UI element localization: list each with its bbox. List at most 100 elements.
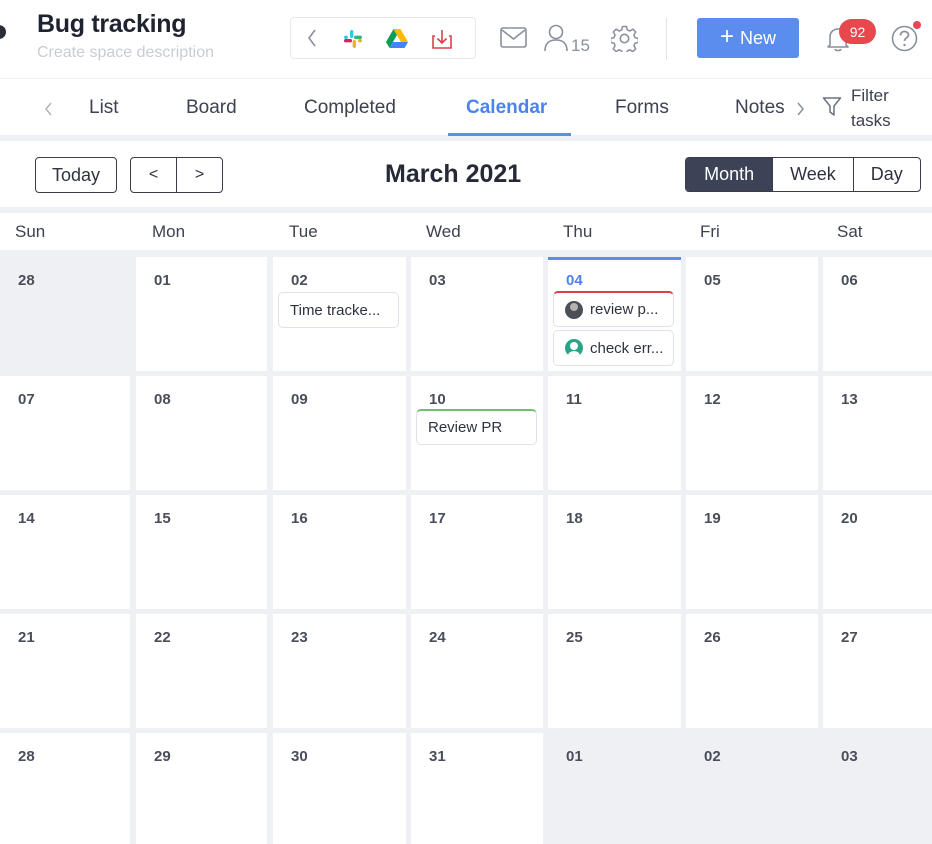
import-icon[interactable] (432, 28, 452, 55)
tab-list[interactable]: List (89, 97, 119, 119)
day-cell-today[interactable]: 04 review p... check err... (548, 260, 681, 371)
today-day-number: 04 (566, 272, 583, 289)
day-cell[interactable]: 18 (548, 495, 681, 609)
day-cell[interactable]: 24 (411, 614, 543, 728)
plus-icon: + (719, 22, 734, 50)
day-cell[interactable]: 30 (273, 733, 406, 844)
tab-board[interactable]: Board (186, 97, 237, 119)
day-number: 01 (154, 272, 171, 289)
day-number: 07 (18, 391, 35, 408)
day-cell-next-month[interactable]: 03 (823, 733, 932, 844)
help-notification-dot (913, 21, 921, 29)
tab-notes[interactable]: Notes (735, 97, 785, 119)
day-cell[interactable]: 05 (686, 257, 818, 371)
day-cell[interactable]: 21 (0, 614, 130, 728)
calendar-event[interactable]: Time tracke... (278, 292, 399, 328)
day-number: 15 (154, 510, 171, 527)
chevron-left-icon[interactable] (306, 27, 318, 54)
weekday-label: Sun (15, 222, 46, 241)
weekday-label: Sat (837, 222, 863, 241)
today-button[interactable]: Today (35, 157, 117, 193)
day-cell-next-month[interactable]: 02 (686, 733, 818, 844)
view-month-button[interactable]: Month (686, 158, 774, 191)
new-button[interactable]: + New (697, 18, 799, 58)
day-cell-next-month[interactable]: 01 (548, 733, 681, 844)
day-cell[interactable]: 22 (136, 614, 267, 728)
day-cell[interactable]: 17 (411, 495, 543, 609)
day-number: 06 (841, 272, 858, 289)
integrations-bar (290, 17, 476, 59)
day-number: 14 (18, 510, 35, 527)
day-cell[interactable]: 28 (0, 257, 130, 371)
filter-icon[interactable] (822, 96, 842, 123)
event-title: review p... (590, 301, 659, 318)
help-icon[interactable] (891, 25, 918, 57)
day-cell[interactable]: 29 (136, 733, 267, 844)
google-drive-icon[interactable] (386, 29, 408, 53)
members-icon[interactable] (544, 24, 568, 57)
day-cell[interactable]: 19 (686, 495, 818, 609)
day-cell[interactable]: 03 (411, 257, 543, 371)
tab-calendar[interactable]: Calendar (466, 97, 547, 119)
day-cell[interactable]: 20 (823, 495, 932, 609)
space-title[interactable]: Bug tracking (37, 10, 187, 39)
day-cell[interactable]: 14 (0, 495, 130, 609)
weekday-label: Wed (426, 222, 461, 241)
day-cell[interactable]: 11 (548, 376, 681, 490)
tab-completed[interactable]: Completed (304, 97, 396, 119)
month-nav: < > (130, 157, 223, 193)
tabs-prev-icon[interactable] (42, 99, 54, 124)
tabs-next-icon[interactable] (795, 99, 807, 124)
day-cell[interactable]: 31 (411, 733, 543, 844)
day-number: 27 (841, 629, 858, 646)
day-cell[interactable]: 15 (136, 495, 267, 609)
event-title: Time tracke... (290, 301, 381, 319)
day-number: 12 (704, 391, 721, 408)
filter-tasks-button[interactable]: Filter tasks (851, 83, 911, 133)
event-title: check err... (590, 339, 664, 357)
day-cell[interactable]: 26 (686, 614, 818, 728)
day-cell[interactable]: 23 (273, 614, 406, 728)
day-number: 20 (841, 510, 858, 527)
event-title: Review PR (428, 419, 503, 436)
day-number: 26 (704, 629, 721, 646)
day-number: 05 (704, 272, 721, 289)
day-number: 02 (704, 748, 721, 765)
view-week-button[interactable]: Week (773, 158, 854, 191)
day-number: 22 (154, 629, 171, 646)
day-cell[interactable]: 02 Time tracke... (273, 257, 406, 371)
day-number: 16 (291, 510, 308, 527)
slack-icon[interactable] (343, 29, 363, 54)
day-cell[interactable]: 08 (136, 376, 267, 490)
mail-icon[interactable] (500, 27, 527, 53)
calendar-event[interactable]: review p... (553, 291, 674, 327)
today-column-indicator (548, 257, 681, 260)
calendar-event[interactable]: check err... (553, 330, 674, 366)
view-switch: Month Week Day (685, 157, 921, 192)
tab-forms[interactable]: Forms (615, 97, 669, 119)
day-number: 28 (18, 748, 35, 765)
day-cell[interactable]: 09 (273, 376, 406, 490)
day-cell[interactable]: 16 (273, 495, 406, 609)
day-number: 03 (429, 272, 446, 289)
day-number: 18 (566, 510, 583, 527)
day-cell[interactable]: 12 (686, 376, 818, 490)
members-count[interactable]: 15 (571, 36, 590, 56)
day-cell[interactable]: 25 (548, 614, 681, 728)
day-cell[interactable]: 10 Review PR (411, 376, 543, 490)
day-cell[interactable]: 07 (0, 376, 130, 490)
day-cell[interactable]: 01 (136, 257, 267, 371)
day-cell[interactable]: 13 (823, 376, 932, 490)
prev-month-button[interactable]: < (131, 158, 177, 192)
day-cell[interactable]: 28 (0, 733, 130, 844)
day-cell[interactable]: 27 (823, 614, 932, 728)
gear-icon[interactable] (609, 25, 640, 57)
space-description-input[interactable]: Create space description (37, 44, 214, 62)
notifications-badge[interactable]: 92 (839, 19, 876, 44)
day-number: 11 (566, 391, 582, 408)
view-day-button[interactable]: Day (854, 158, 920, 191)
next-month-button[interactable]: > (177, 158, 222, 192)
day-cell[interactable]: 06 (823, 257, 932, 371)
calendar-event[interactable]: Review PR (416, 409, 537, 445)
day-number: 28 (18, 272, 35, 289)
